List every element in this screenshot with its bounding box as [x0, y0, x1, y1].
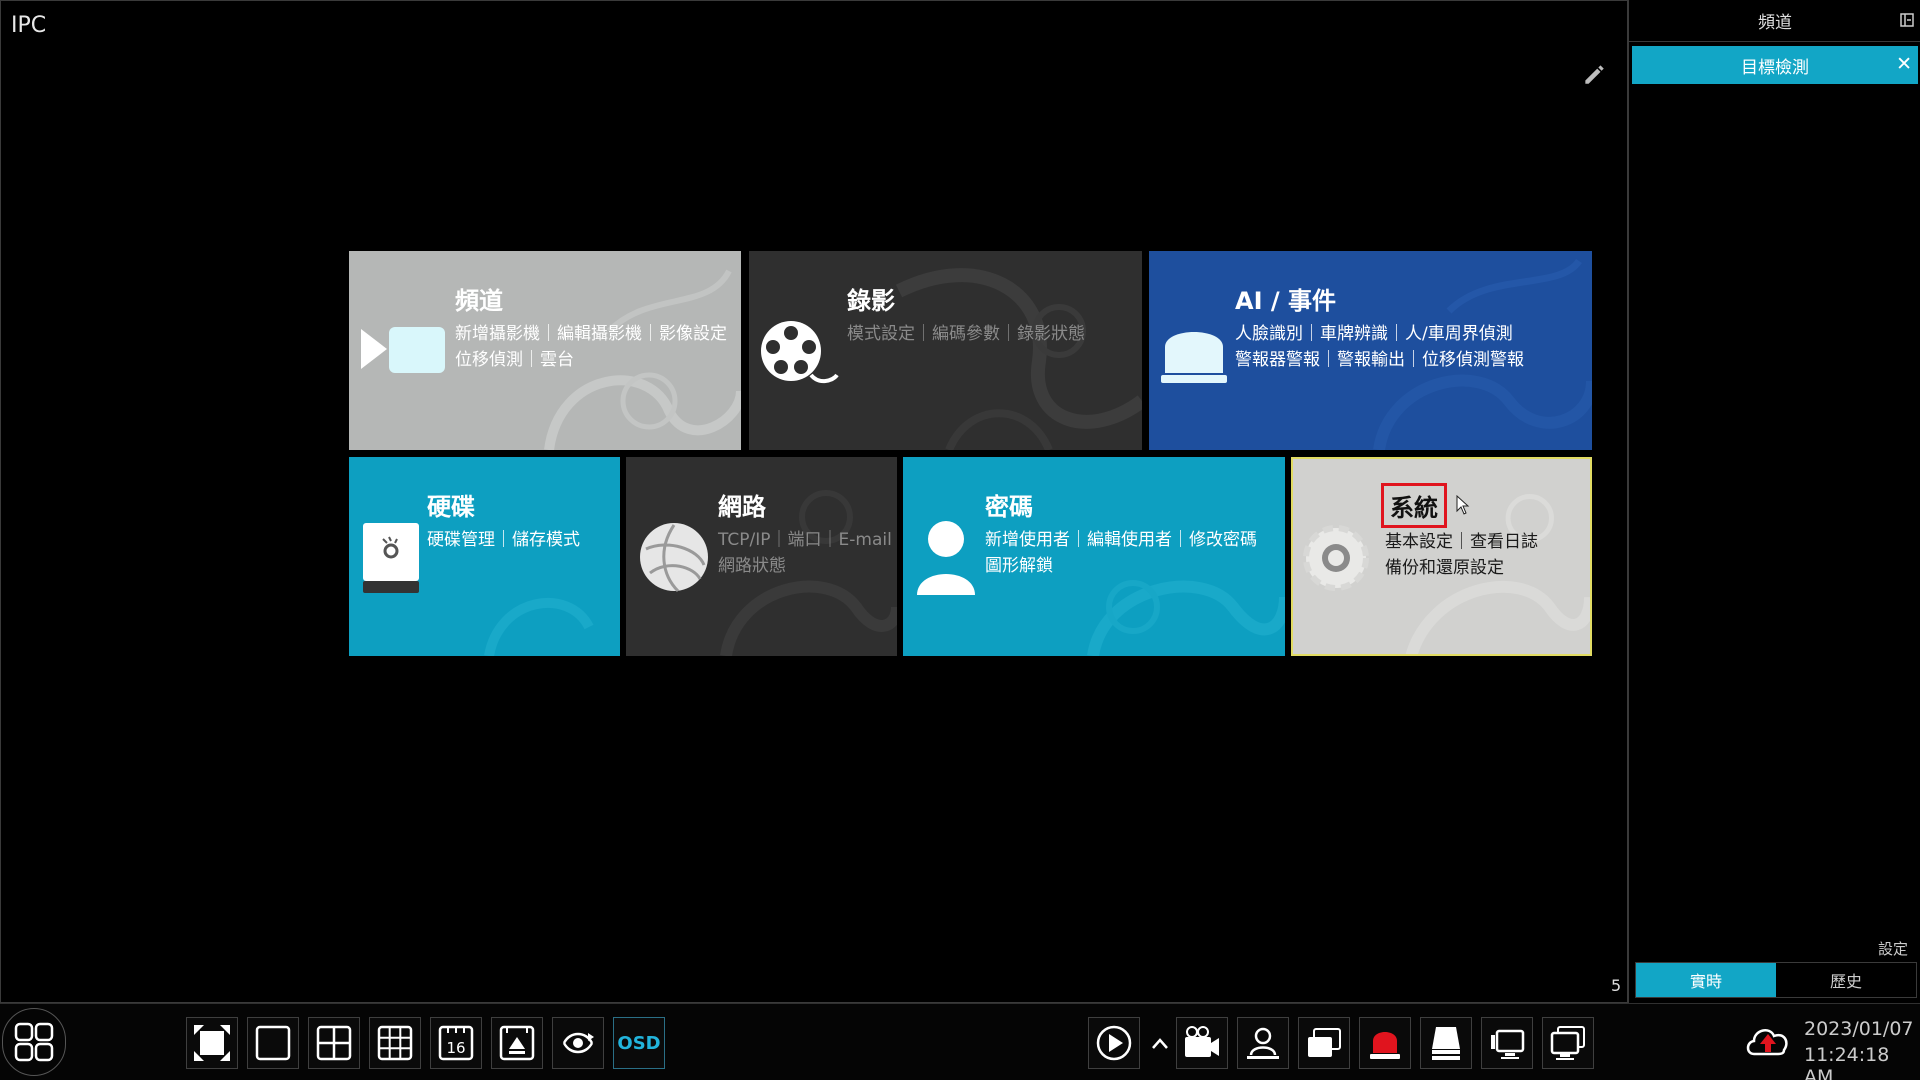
grid-menu-icon	[14, 1022, 54, 1062]
disk-stack-icon	[1432, 1027, 1460, 1060]
tile-links[interactable]: 人臉識別｜車牌辨識｜人/車周界偵測	[1235, 319, 1513, 344]
alarm-button[interactable]	[1359, 1017, 1411, 1069]
sequence-button[interactable]	[491, 1017, 543, 1069]
tile-title: 網路	[718, 493, 766, 521]
alarm-light-icon	[1370, 1032, 1400, 1059]
tile-links[interactable]: 位移偵測｜雲台	[455, 345, 574, 370]
sidebar-tabs: 實時 歷史	[1635, 962, 1917, 998]
settings-link[interactable]: 設定	[1878, 938, 1908, 959]
tile-links[interactable]: 新增攝影機｜編輯攝影機｜影像設定	[455, 319, 727, 344]
layout-16-label: 16	[446, 1039, 465, 1057]
taskbar: 16 OSD 2023/01/07 11:24:18 AM	[0, 1003, 1920, 1080]
close-icon[interactable]: ✕	[1896, 53, 1912, 75]
osd-button[interactable]: OSD	[613, 1017, 665, 1069]
gear-icon	[1303, 525, 1369, 591]
channel-tile[interactable]: 頻道 新增攝影機｜編輯攝影機｜影像設定 位移偵測｜雲台	[349, 251, 741, 450]
layout-9-button[interactable]	[369, 1017, 421, 1069]
password-tile[interactable]: 密碼 新增使用者｜編輯使用者｜修改密碼 圖形解鎖	[903, 457, 1285, 656]
video-camera-icon	[361, 327, 445, 373]
tile-links[interactable]: 硬碟管理｜儲存模式	[427, 525, 580, 550]
disk-tile[interactable]: 硬碟 硬碟管理｜儲存模式	[349, 457, 620, 656]
tile-title: 系統	[1381, 483, 1447, 528]
fullscreen-icon	[194, 1025, 230, 1061]
tile-links[interactable]: 網路狀態	[718, 551, 786, 576]
tile-title: 頻道	[455, 287, 503, 315]
layout-1-button[interactable]	[247, 1017, 299, 1069]
globe-icon	[640, 523, 708, 593]
sixteen-view-icon: 16	[438, 1025, 474, 1061]
sequence-view-icon	[499, 1025, 535, 1061]
tile-title: 密碼	[985, 493, 1033, 521]
live-view-area[interactable]: IPC 頻道 新增攝影機｜編輯攝影機｜影像設定 位移偵測｜雲台 錄影 模式設定｜…	[0, 0, 1628, 1003]
time-display: 11:24:18 AM	[1804, 1044, 1890, 1080]
playback-button[interactable]	[1088, 1017, 1140, 1069]
tile-links[interactable]: 備份和還原設定	[1385, 553, 1504, 578]
tile-links[interactable]: 警報器警報｜警報輸出｜位移偵測警報	[1235, 345, 1524, 370]
pencil-icon[interactable]	[1581, 61, 1607, 87]
tile-title: 硬碟	[427, 493, 475, 521]
record-button[interactable]	[1176, 1017, 1228, 1069]
mouse-cursor-icon	[1456, 495, 1470, 515]
osd-label: OSD	[617, 1032, 661, 1054]
channel-source-label: IPC	[11, 13, 47, 38]
monitor-icon	[1550, 1026, 1585, 1060]
single-view-icon	[255, 1025, 291, 1061]
record-tile[interactable]: 錄影 模式設定｜編碼參數｜錄影狀態	[749, 251, 1142, 450]
sidebar-item-target-detection[interactable]: 目標檢測 ✕	[1632, 46, 1918, 84]
tile-links[interactable]: 模式設定｜編碼參數｜錄影狀態	[847, 319, 1085, 344]
tile-title: 錄影	[847, 287, 895, 315]
date-display: 2023/01/07	[1804, 1018, 1914, 1040]
tile-links[interactable]: 基本設定｜查看日誌	[1385, 527, 1538, 552]
chevron-up-icon	[1152, 1038, 1168, 1049]
layout-16-button[interactable]: 16	[430, 1017, 482, 1069]
rotate-eye-icon	[562, 1032, 594, 1054]
tile-title: AI / 事件	[1235, 287, 1336, 315]
system-tile[interactable]: 系統 基本設定｜查看日誌 備份和還原設定	[1291, 457, 1592, 656]
channel-sidebar: 頻道 目標檢測 ✕ 設定 實時 歷史	[1628, 0, 1920, 1003]
face-search-button[interactable]	[1237, 1017, 1289, 1069]
tile-links[interactable]: 圖形解鎖	[985, 551, 1053, 576]
multi-screen-icon	[1308, 1028, 1341, 1057]
expand-up-button[interactable]	[1148, 1028, 1172, 1060]
video-record-icon	[1185, 1026, 1219, 1057]
sidebar-header: 頻道	[1629, 0, 1920, 42]
ai-event-tile[interactable]: AI / 事件 人臉識別｜車牌辨識｜人/車周界偵測 警報器警報｜警報輸出｜位移偵…	[1149, 251, 1592, 450]
tile-links[interactable]: 新增使用者｜編輯使用者｜修改密碼	[985, 525, 1257, 550]
sidebar-title: 頻道	[1758, 13, 1792, 33]
tab-live[interactable]: 實時	[1636, 963, 1776, 997]
film-reel-icon	[761, 321, 839, 383]
person-scan-icon	[1247, 1027, 1279, 1059]
user-icon	[917, 521, 975, 595]
layout-4-button[interactable]	[308, 1017, 360, 1069]
pane-number: 5	[1611, 976, 1622, 995]
network-tile[interactable]: 網路 TCP/IP｜端口｜E-mail 網路狀態	[626, 457, 897, 656]
fullscreen-button[interactable]	[186, 1017, 238, 1069]
disk-button[interactable]	[1420, 1017, 1472, 1069]
network-monitor-icon	[1491, 1029, 1525, 1059]
rotate-view-button[interactable]	[552, 1017, 604, 1069]
nine-view-icon	[377, 1025, 413, 1061]
snapshot-button[interactable]	[1298, 1017, 1350, 1069]
display-output-button[interactable]	[1542, 1017, 1594, 1069]
network-status-button[interactable]	[1481, 1017, 1533, 1069]
hard-disk-icon	[363, 523, 419, 593]
quad-view-icon	[316, 1025, 352, 1061]
tile-links[interactable]: TCP/IP｜端口｜E-mail	[718, 525, 892, 550]
main-menu-button[interactable]	[2, 1008, 66, 1076]
alarm-light-icon	[1161, 332, 1227, 383]
sidebar-item-label: 目標檢測	[1741, 57, 1809, 78]
panel-toggle-icon[interactable]	[1899, 12, 1915, 28]
tab-history[interactable]: 歷史	[1776, 963, 1916, 997]
play-icon	[1096, 1025, 1132, 1061]
cloud-upgrade-icon[interactable]	[1744, 1020, 1792, 1064]
